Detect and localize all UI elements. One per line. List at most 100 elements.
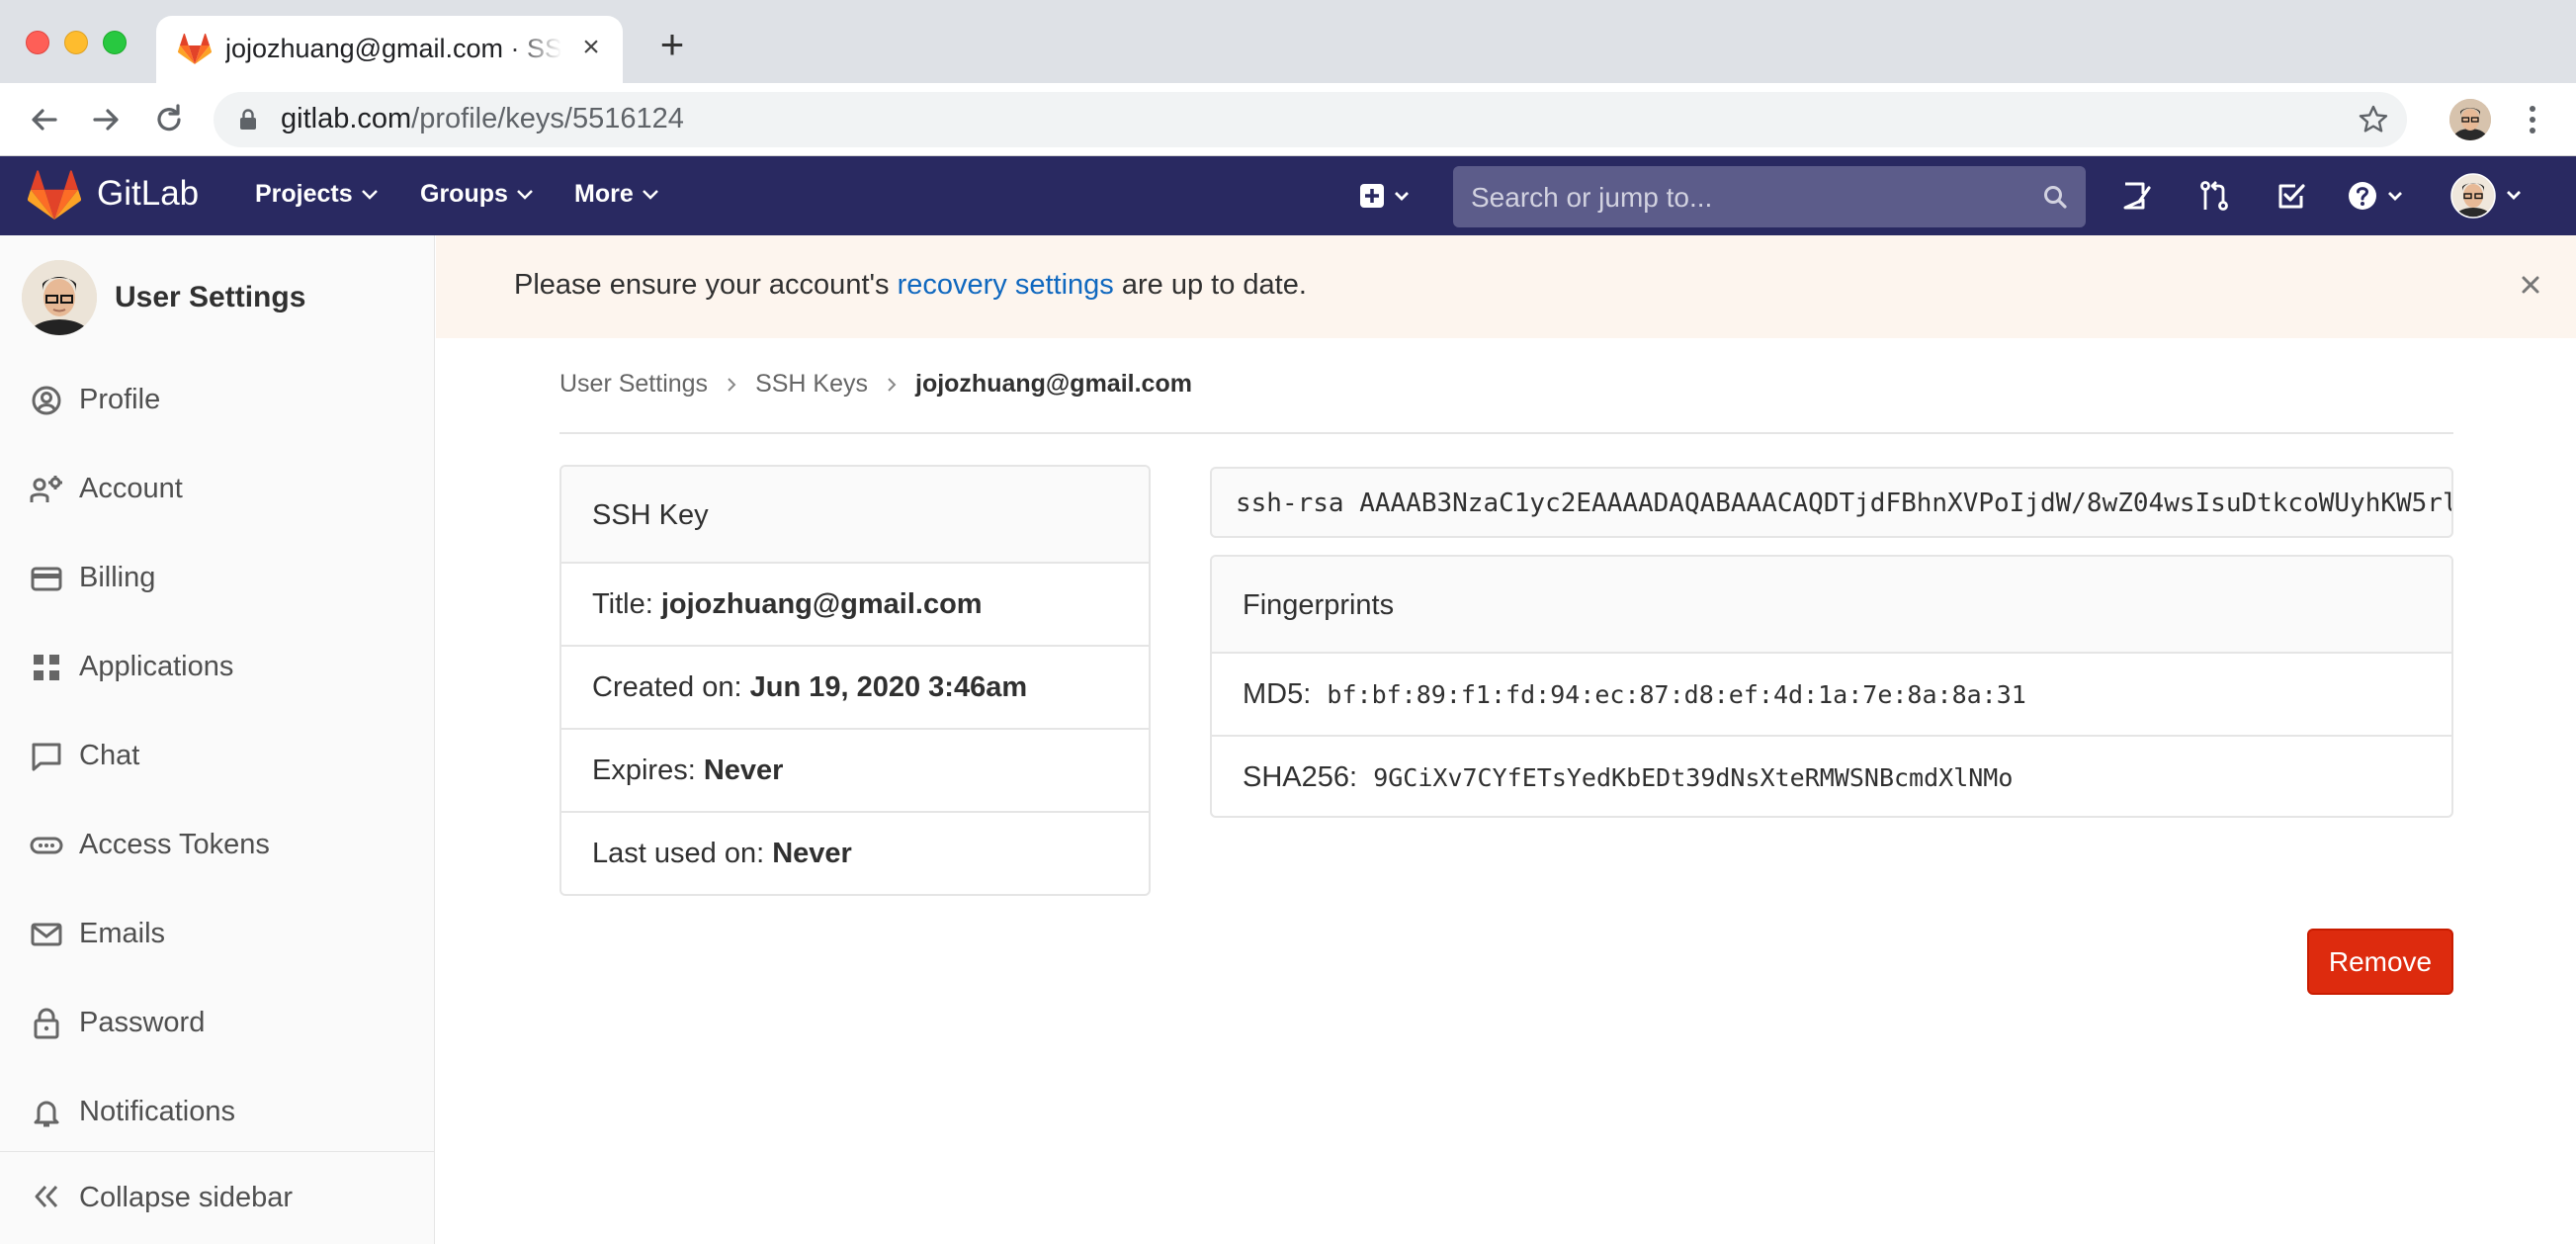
issues-icon[interactable] (2119, 178, 2155, 214)
chat-icon (32, 743, 61, 771)
sidebar-item-account[interactable]: Account (0, 449, 435, 528)
sidebar-item-label: Billing (79, 562, 156, 593)
help-icon[interactable] (2347, 178, 2416, 214)
sidebar-item-billing[interactable]: Billing (0, 538, 435, 617)
ssh-key-title-row: Title: jojozhuang@gmail.com (561, 564, 1149, 647)
address-bar[interactable]: gitlab.com/profile/keys/5516124 (214, 92, 2407, 147)
collapse-sidebar-label: Collapse sidebar (79, 1182, 294, 1213)
recovery-settings-link[interactable]: recovery settings (898, 269, 1114, 301)
gitlab-logo-icon[interactable] (28, 170, 81, 222)
sidebar-title: User Settings (115, 281, 306, 313)
lock-icon (240, 109, 256, 130)
tab-title: jojozhuang@gmail.com · SSH Keys · User S… (225, 34, 561, 63)
sidebar-item-label: Chat (79, 740, 140, 771)
avatar-image-icon (2449, 99, 2491, 140)
collapse-sidebar-button[interactable]: Collapse sidebar (0, 1151, 435, 1244)
sidebar-item-label: Password (79, 1007, 206, 1038)
sidebar-item-notifications[interactable]: Notifications (0, 1072, 435, 1151)
sidebar-header[interactable]: User Settings (0, 235, 435, 360)
gitlab-navbar: GitLab Projects Groups More Search or ju… (0, 156, 2576, 235)
new-item-dropdown-icon[interactable] (1356, 179, 1416, 213)
breadcrumb-divider (559, 432, 2453, 434)
fingerprint-sha256-row: SHA256: 9GCiXv7CYfETsYedKbEDt39dNsXteRMW… (1243, 761, 2014, 793)
sidebar-item-profile[interactable]: Profile (0, 360, 435, 439)
fingerprint-sha256-value: 9GCiXv7CYfETsYedKbEDt39dNsXteRMWSNBcmdXl… (1373, 763, 2014, 792)
applications-icon (34, 655, 59, 680)
remove-button[interactable]: Remove (2307, 929, 2453, 995)
user-avatar-icon (2450, 173, 2521, 219)
ssh-key-card-header: SSH Key (561, 467, 1149, 564)
gitlab-favicon-icon (178, 34, 212, 65)
banner-message: Please ensure your account's recovery se… (514, 269, 1307, 301)
chevron-down-icon (361, 190, 378, 201)
bookmark-star-icon[interactable] (2358, 104, 2389, 135)
fingerprints-card: Fingerprints MD5: bf:bf:89:f1:fd:94:ec:8… (1210, 555, 2453, 818)
recovery-settings-banner: Please ensure your account's recovery se… (436, 235, 2576, 338)
search-input[interactable]: Search or jump to... (1453, 166, 2086, 227)
sidebar-item-access-tokens[interactable]: Access Tokens (0, 805, 435, 884)
menu-projects[interactable]: Projects (255, 180, 379, 209)
sidebar-item-applications[interactable]: Applications (0, 627, 435, 706)
user-menu[interactable] (2449, 172, 2529, 220)
back-arrow-icon[interactable] (24, 99, 65, 140)
mail-icon (31, 923, 62, 946)
fingerprint-md5-value: bf:bf:89:f1:fd:94:ec:87:d8:ef:4d:1a:7e:8… (1327, 680, 2026, 709)
user-avatar-icon (22, 260, 97, 335)
search-icon (2044, 186, 2067, 209)
ssh-key-last-used-row: Last used on: Never (592, 838, 852, 869)
chevron-down-icon (642, 190, 658, 201)
chevron-down-icon (517, 190, 533, 201)
gitlab-brand-text[interactable]: GitLab (97, 174, 199, 214)
new-tab-button[interactable]: + (652, 24, 692, 65)
menu-groups[interactable]: Groups (420, 180, 534, 209)
fingerprint-md5-row: MD5: bf:bf:89:f1:fd:94:ec:87:d8:ef:4d:1a… (1212, 654, 2451, 737)
browser-tabstrip: jojozhuang@gmail.com · SSH Keys · User S… (0, 0, 2576, 83)
merge-requests-icon[interactable] (2196, 178, 2232, 214)
credit-card-icon (31, 567, 62, 591)
reload-icon[interactable] (148, 99, 190, 140)
chevron-right-icon (728, 378, 736, 393)
double-chevron-left-icon (35, 1185, 58, 1208)
sidebar-item-label: Access Tokens (79, 829, 270, 860)
url-text: gitlab.com/profile/keys/5516124 (281, 103, 684, 134)
close-window-button[interactable] (26, 31, 49, 54)
browser-menu-icon[interactable] (2521, 101, 2544, 138)
ssh-key-expires-row: Expires: Never (561, 730, 1149, 813)
minimize-window-button[interactable] (64, 31, 88, 54)
sidebar-item-label: Applications (79, 651, 234, 682)
sidebar-item-emails[interactable]: Emails (0, 894, 435, 973)
close-icon[interactable] (2515, 269, 2546, 301)
browser-tab-active[interactable]: jojozhuang@gmail.com · SSH Keys · User S… (156, 16, 623, 83)
menu-more[interactable]: More (574, 180, 659, 209)
ssh-key-created-row: Created on: Jun 19, 2020 3:46am (561, 647, 1149, 730)
bell-icon (34, 1101, 59, 1127)
browser-toolbar: gitlab.com/profile/keys/5516124 (0, 83, 2576, 156)
avatar (22, 260, 97, 335)
sidebar-item-label: Notifications (79, 1096, 235, 1127)
sidebar-item-label: Profile (79, 384, 161, 415)
todos-icon[interactable] (2274, 178, 2309, 214)
profile-icon (32, 386, 61, 415)
breadcrumb-ssh-keys[interactable]: SSH Keys (755, 370, 868, 398)
browser-profile-avatar[interactable] (2449, 99, 2491, 140)
sidebar-item-label: Emails (79, 918, 166, 949)
public-key-field[interactable]: ssh-rsa AAAAB3NzaC1yc2EAAAADAQABAAACAQDT… (1210, 467, 2453, 538)
ssh-key-card: SSH Key Title: jojozhuang@gmail.com Crea… (559, 465, 1151, 896)
maximize-window-button[interactable] (103, 31, 127, 54)
lock-icon (34, 1008, 59, 1039)
chevron-right-icon (888, 378, 897, 393)
fingerprints-card-header: Fingerprints (1212, 557, 2451, 654)
token-icon (30, 837, 63, 854)
breadcrumb-current[interactable]: jojozhuang@gmail.com (915, 370, 1192, 398)
public-key-text: ssh-rsa AAAAB3NzaC1yc2EAAAADAQABAAACAQDT… (1236, 489, 2453, 518)
sidebar-item-chat[interactable]: Chat (0, 716, 435, 795)
forward-arrow-icon[interactable] (85, 99, 127, 140)
breadcrumb-user-settings[interactable]: User Settings (559, 370, 708, 398)
settings-sidebar: User Settings Profile Account Billing Ap… (0, 235, 435, 1244)
breadcrumb: User Settings SSH Keys jojozhuang@gmail.co… (559, 370, 1192, 399)
sidebar-item-password[interactable]: Password (0, 983, 435, 1062)
tab-close-icon[interactable]: × (573, 30, 609, 65)
search-placeholder: Search or jump to... (1471, 182, 1713, 213)
account-icon (30, 476, 62, 502)
sidebar-item-label: Account (79, 473, 183, 504)
